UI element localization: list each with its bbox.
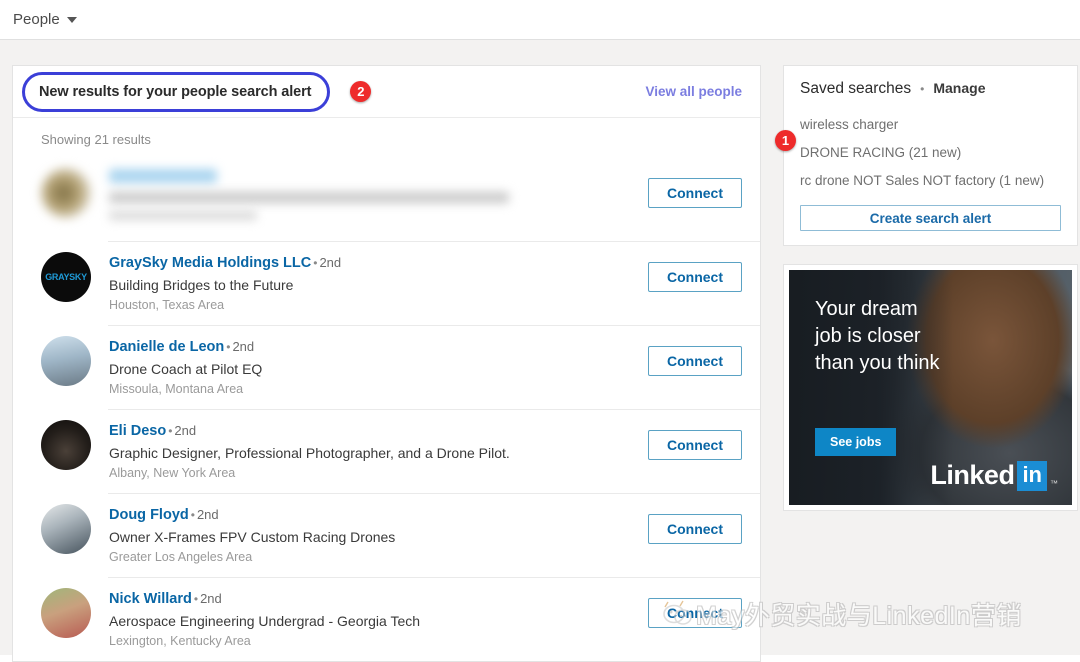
person-info: Danielle de Leon • 2nd Drone Coach at Pilo… (109, 325, 638, 398)
person-info (109, 157, 638, 220)
person-name-line: Nick Willard • 2nd (109, 589, 638, 609)
person-location: Lexington, Kentucky Area (109, 634, 251, 648)
search-results-card: New results for your people search alert… (12, 65, 761, 662)
person-info: Eli Deso • 2nd Graphic Designer, Professio… (109, 409, 638, 482)
saved-searches-header: Saved searches • Manage (800, 80, 1061, 98)
connection-degree: 2nd (196, 507, 219, 522)
separator-dot: • (190, 508, 195, 522)
person-name[interactable]: Nick Willard (109, 591, 192, 607)
results-card-header: New results for your people search alert… (13, 66, 760, 118)
results-count-label: Showing 21 results (41, 132, 151, 147)
avatar (41, 336, 91, 386)
separator-dot: • (920, 82, 925, 96)
saved-search-item-3[interactable]: rc drone NOT Sales NOT factory (1 new) (800, 167, 1061, 195)
trademark-symbol: ™ (1050, 479, 1058, 488)
table-row[interactable]: Connect (13, 157, 760, 241)
person-name[interactable]: Eli Deso (109, 423, 166, 439)
table-row[interactable]: Eli Deso • 2nd Graphic Designer, Professio… (13, 409, 760, 493)
connect-button[interactable]: Connect (648, 598, 742, 628)
page-body: New results for your people search alert… (0, 40, 1080, 662)
people-filter-label: People (13, 11, 60, 28)
redacted-location (109, 211, 257, 220)
connect-button[interactable]: Connect (648, 514, 742, 544)
table-row[interactable]: GRAYSKY GraySky Media Holdings LLC • 2nd B… (13, 241, 760, 325)
linkedin-in-box: in (1017, 460, 1047, 491)
person-name[interactable]: GraySky Media Holdings LLC (109, 255, 311, 271)
person-headline: Graphic Designer, Professional Photograp… (109, 445, 510, 461)
connection-degree: 2nd (174, 423, 197, 438)
avatar (41, 504, 91, 554)
connect-button[interactable]: Connect (648, 346, 742, 376)
avatar (41, 588, 91, 638)
redacted-headline (109, 192, 509, 203)
connect-button[interactable]: Connect (648, 430, 742, 460)
person-headline: Aerospace Engineering Undergrad - Georgi… (109, 613, 421, 629)
table-row[interactable]: Danielle de Leon • 2nd Drone Coach at Pilo… (13, 325, 760, 409)
alert-title-wrapper: New results for your people search alert (22, 71, 331, 112)
create-search-alert-button[interactable]: Create search alert (800, 205, 1061, 231)
person-location: Missoula, Montana Area (109, 382, 244, 396)
saved-search-item-2[interactable]: DRONE RACING (21 new) (800, 139, 1061, 167)
advertisement-card[interactable]: Your dream job is closer than you think … (783, 264, 1078, 511)
separator-dot: • (193, 592, 199, 606)
person-headline: Owner X-Frames FPV Custom Racing Drones (109, 529, 396, 545)
view-all-people-link[interactable]: View all people (645, 84, 742, 99)
redacted-name (109, 169, 217, 183)
person-name-line: Doug Floyd • 2nd (109, 505, 638, 525)
sidebar-column: Saved searches • Manage wireless charger… (775, 65, 1078, 511)
table-row[interactable]: Doug Floyd • 2nd Owner X-Frames FPV Custom… (13, 493, 760, 577)
avatar: GRAYSKY (41, 252, 91, 302)
top-filter-bar: People (0, 0, 1080, 40)
avatar (41, 168, 91, 218)
saved-searches-title: Saved searches (800, 80, 912, 97)
chevron-down-icon (66, 16, 77, 23)
connection-degree: 2nd (232, 339, 255, 354)
person-info: Doug Floyd • 2nd Owner X-Frames FPV Custom… (109, 493, 638, 566)
annotation-badge-1: 1 (775, 130, 796, 151)
person-headline: Building Bridges to the Future (109, 277, 294, 293)
connect-button[interactable]: Connect (648, 178, 742, 208)
person-location: Greater Los Angeles Area (109, 550, 253, 564)
people-filter-dropdown[interactable]: People (13, 11, 77, 28)
connect-button[interactable]: Connect (648, 262, 742, 292)
person-info: Nick Willard • 2nd Aerospace Engineering U… (109, 577, 638, 650)
results-column: New results for your people search alert… (12, 65, 761, 662)
person-name[interactable]: Doug Floyd (109, 507, 189, 523)
person-location: Houston, Texas Area (109, 298, 225, 312)
page-title: New results for your people search alert (39, 83, 312, 100)
saved-search-item-1[interactable]: wireless charger (800, 111, 1061, 139)
table-row[interactable]: Nick Willard • 2nd Aerospace Engineering U… (13, 577, 760, 661)
person-name-line: GraySky Media Holdings LLC • 2nd (109, 253, 638, 273)
connection-degree: 2nd (200, 591, 222, 606)
person-location: Albany, New York Area (109, 466, 236, 480)
see-jobs-button[interactable]: See jobs (815, 428, 897, 456)
ad-image: Your dream job is closer than you think … (789, 270, 1072, 505)
person-headline: Drone Coach at Pilot EQ (109, 361, 263, 377)
person-info: GraySky Media Holdings LLC • 2nd Building … (109, 241, 638, 314)
annotation-badge-2: 2 (350, 81, 372, 102)
ad-headline: Your dream job is closer than you think (815, 298, 940, 374)
linkedin-logo: Linked in ™ (930, 460, 1058, 491)
saved-searches-card: Saved searches • Manage wireless charger… (775, 65, 1078, 246)
connection-degree: 2nd (319, 255, 342, 270)
person-name-line: Eli Deso • 2nd (109, 421, 638, 441)
manage-link[interactable]: Manage (933, 80, 985, 96)
avatar (41, 420, 91, 470)
person-name-line: Danielle de Leon • 2nd (109, 337, 638, 357)
linkedin-wordmark: Linked (930, 460, 1015, 490)
person-name[interactable]: Danielle de Leon (109, 339, 224, 355)
